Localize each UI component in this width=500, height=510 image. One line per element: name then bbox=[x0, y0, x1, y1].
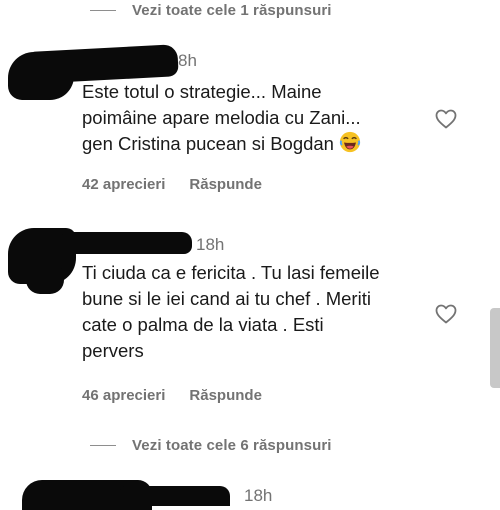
view-replies-mid[interactable]: Vezi toate cele 6 răspunsuri bbox=[90, 437, 332, 454]
comment-line-text: gen Cristina pucean si Bogdan bbox=[82, 133, 334, 154]
comment-line: pervers bbox=[82, 340, 144, 361]
comment-line: cate o palma de la viata . Esti bbox=[82, 314, 324, 335]
thread-line bbox=[90, 445, 116, 446]
comment-line: Este totul o strategie... Maine bbox=[82, 81, 322, 102]
comment-actions: 42 aprecieri Răspunde bbox=[82, 176, 262, 193]
comment-line: Ti ciuda ca e fericita . Tu lasi femeile bbox=[82, 262, 380, 283]
like-heart-icon[interactable] bbox=[434, 107, 458, 131]
comment-line: poimâine apare melodia cu Zani... bbox=[82, 107, 361, 128]
comment-body: Este totul o strategie... Maine poimâine… bbox=[82, 79, 361, 157]
redacted-username bbox=[62, 232, 192, 254]
redacted-avatar-tail bbox=[26, 268, 64, 294]
redacted-username bbox=[29, 44, 179, 84]
comment-timestamp: 8h bbox=[178, 51, 197, 70]
scrollbar-thumb[interactable] bbox=[490, 308, 500, 388]
comment-actions: 46 aprecieri Răspunde bbox=[82, 387, 262, 404]
view-replies-label: Vezi toate cele 1 răspunsuri bbox=[132, 2, 332, 19]
thread-line bbox=[90, 10, 116, 11]
comment-line: gen Cristina pucean si Bogdan bbox=[82, 131, 361, 157]
likes-count[interactable]: 42 aprecieri bbox=[82, 176, 165, 193]
reply-button[interactable]: Răspunde bbox=[189, 387, 262, 404]
comment-line: bune si le iei cand ai tu chef . Meriti bbox=[82, 288, 371, 309]
comment-timestamp: 18h bbox=[244, 486, 273, 505]
comment-body: Ti ciuda ca e fericita . Tu lasi femeile… bbox=[82, 260, 380, 364]
likes-count[interactable]: 46 aprecieri bbox=[82, 387, 165, 404]
reply-button[interactable]: Răspunde bbox=[189, 176, 262, 193]
comment-timestamp: 18h bbox=[196, 235, 225, 254]
like-heart-icon[interactable] bbox=[434, 302, 458, 326]
laughing-face-icon bbox=[339, 131, 361, 153]
view-replies-label: Vezi toate cele 6 răspunsuri bbox=[132, 437, 332, 454]
redacted-username bbox=[120, 486, 230, 506]
view-replies-top[interactable]: Vezi toate cele 1 răspunsuri bbox=[90, 2, 332, 19]
